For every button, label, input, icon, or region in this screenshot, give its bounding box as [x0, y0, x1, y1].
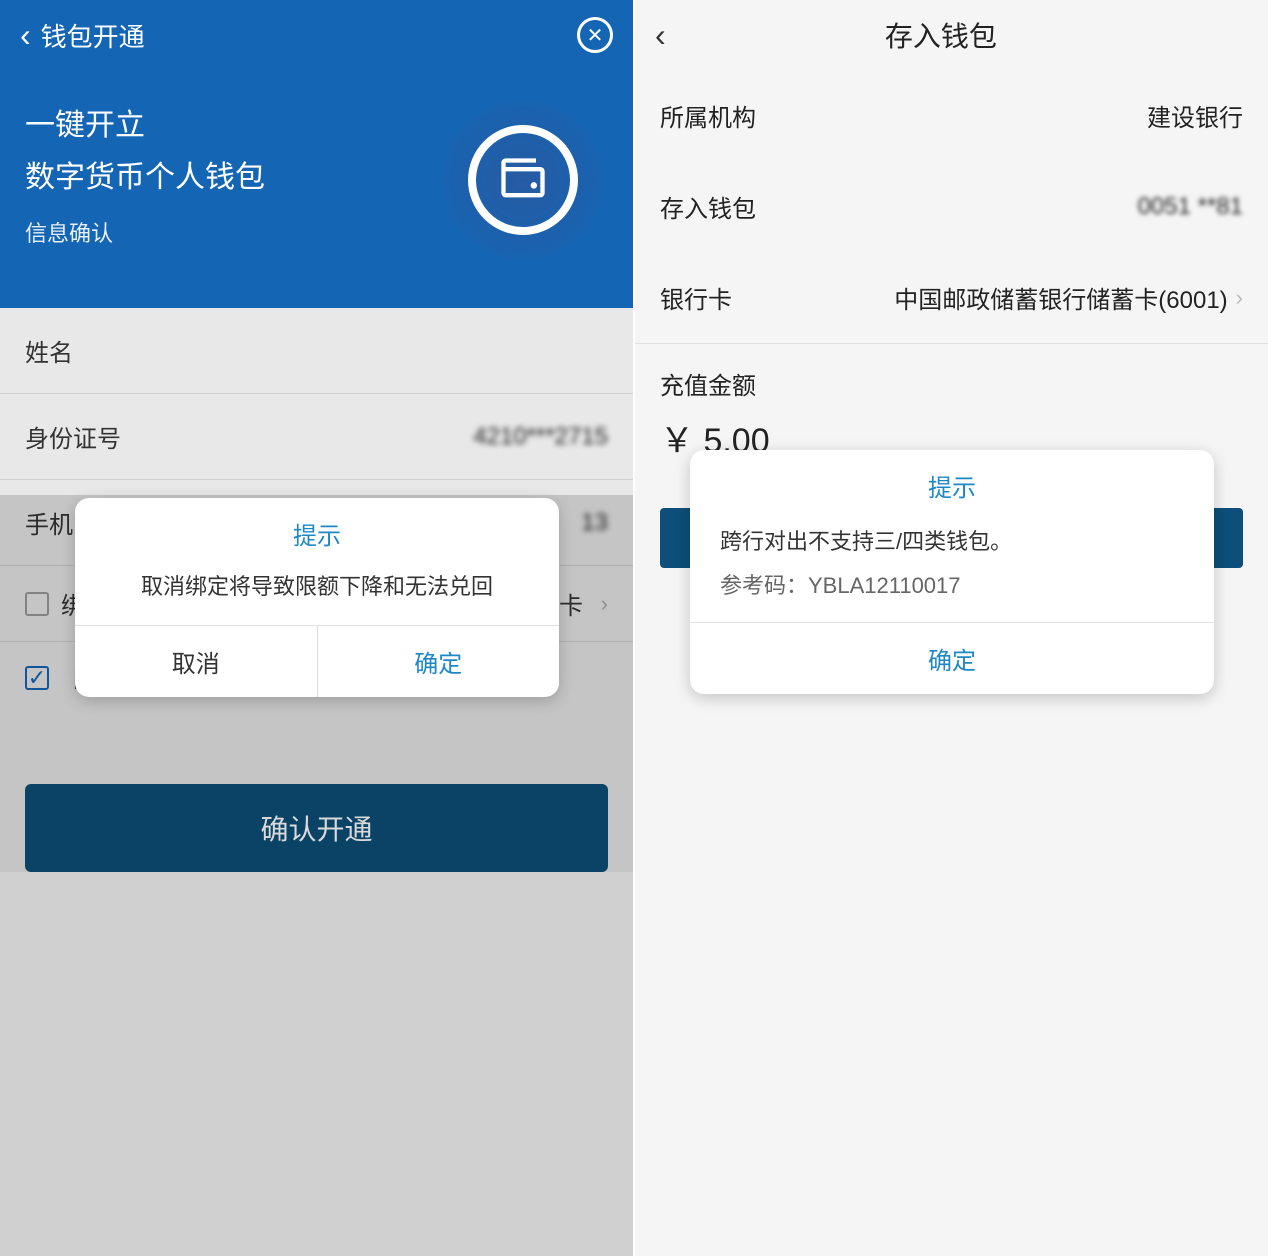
- dialog-ok-button[interactable]: 确定: [318, 626, 560, 697]
- wallet-label: 存入钱包: [660, 189, 756, 224]
- confirm-dialog: 提示 取消绑定将导致限额下降和无法兑回 取消 确定: [75, 498, 559, 697]
- header-title: 钱包开通: [41, 17, 577, 54]
- amount-label: 充值金额: [635, 344, 1268, 413]
- id-value: 4210***2715: [473, 423, 608, 451]
- agree-checkbox[interactable]: ✓: [25, 666, 49, 690]
- header-title: 存入钱包: [666, 15, 1216, 55]
- back-icon[interactable]: ‹: [655, 17, 666, 54]
- id-label: 身份证号: [25, 419, 121, 454]
- wallet-glow: [443, 100, 603, 260]
- dialog-title: 提示: [75, 498, 559, 569]
- row-wallet[interactable]: 存入钱包 0051 **81: [635, 161, 1268, 252]
- back-icon[interactable]: ‹: [20, 17, 31, 54]
- screen-deposit: ‹ 存入钱包 所属机构 建设银行 存入钱包 0051 **81 银行卡 中国邮政…: [635, 0, 1268, 1256]
- header-bar: ‹ 钱包开通 ✕: [0, 0, 633, 70]
- bind-card-checkbox[interactable]: [25, 592, 49, 616]
- wallet-icon: [497, 154, 549, 206]
- bankcard-value: 中国邮政储蓄银行储蓄卡(6001): [894, 280, 1227, 315]
- phone-label: 手机: [25, 505, 73, 540]
- row-name[interactable]: 姓名: [0, 308, 633, 394]
- row-org: 所属机构 建设银行: [635, 70, 1268, 161]
- name-label: 姓名: [25, 333, 73, 368]
- row-id[interactable]: 身份证号 4210***2715: [0, 394, 633, 480]
- phone-value: 13: [581, 509, 608, 537]
- dialog-title: 提示: [690, 450, 1214, 521]
- dialog-ok-button[interactable]: 确定: [690, 622, 1214, 694]
- close-icon[interactable]: ✕: [577, 17, 613, 53]
- dialog-cancel-button[interactable]: 取消: [75, 626, 318, 697]
- row-bankcard[interactable]: 银行卡 中国邮政储蓄银行储蓄卡(6001) ›: [635, 252, 1268, 344]
- header-bar: ‹ 存入钱包: [635, 0, 1268, 70]
- confirm-open-button[interactable]: 确认开通: [25, 784, 608, 872]
- bind-card-suffix: 卡: [559, 586, 583, 621]
- org-value: 建设银行: [1147, 98, 1243, 133]
- screen-wallet-open: ‹ 钱包开通 ✕ 一键开立 数字货币个人钱包 信息确认 姓名 身份证号 4210…: [0, 0, 633, 1256]
- alert-dialog: 提示 跨行对出不支持三/四类钱包。 参考码：YBLA12110017 确定: [690, 450, 1214, 694]
- chevron-right-icon: ›: [601, 591, 608, 617]
- hero-banner: 一键开立 数字货币个人钱包 信息确认: [0, 70, 633, 308]
- chevron-right-icon: ›: [1236, 285, 1243, 311]
- dialog-reference-code: 参考码：YBLA12110017: [690, 568, 1214, 622]
- dialog-message: 取消绑定将导致限额下降和无法兑回: [75, 569, 559, 625]
- bankcard-label: 银行卡: [660, 280, 732, 315]
- org-label: 所属机构: [660, 98, 756, 133]
- wallet-circle-icon: [468, 125, 578, 235]
- wallet-value: 0051 **81: [1138, 193, 1243, 221]
- dialog-message: 跨行对出不支持三/四类钱包。: [690, 521, 1214, 568]
